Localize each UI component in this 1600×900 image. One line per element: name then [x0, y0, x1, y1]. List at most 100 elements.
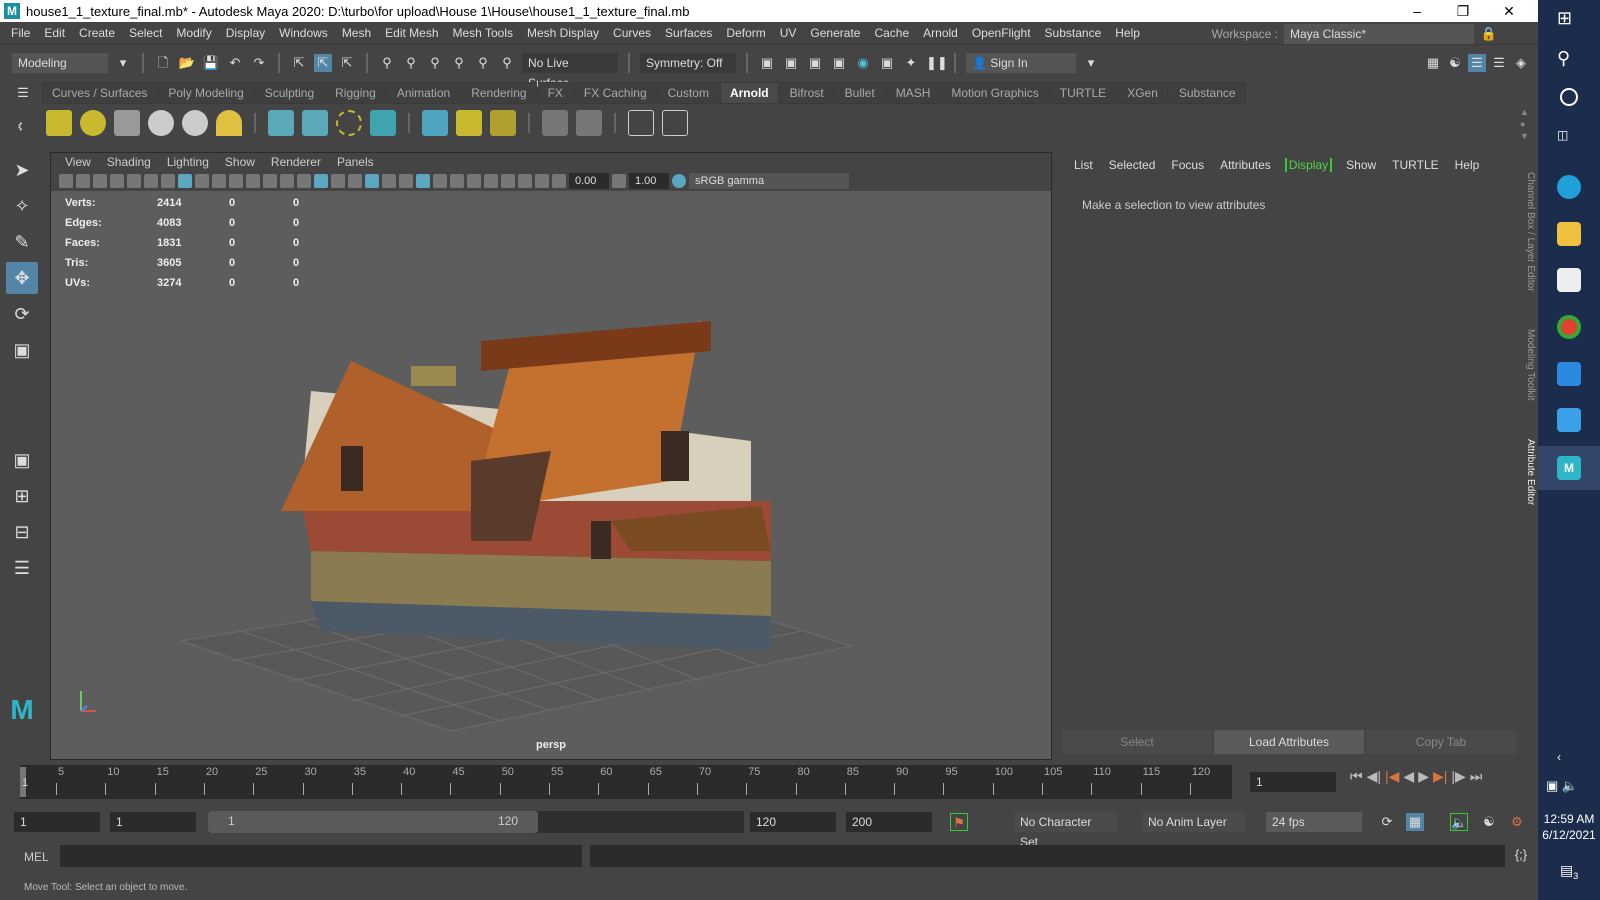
- symmetry-dropdown[interactable]: Symmetry: Off: [640, 52, 736, 73]
- shelf-tab-arnold[interactable]: Arnold: [719, 82, 779, 104]
- menu-cache[interactable]: Cache: [867, 26, 916, 40]
- film-gate-icon[interactable]: [195, 174, 209, 188]
- playback-end-field[interactable]: 120: [750, 812, 836, 832]
- loop-icon[interactable]: ⟳: [1378, 813, 1396, 831]
- volume-icon[interactable]: [370, 110, 396, 136]
- menu-arnold[interactable]: Arnold: [916, 26, 965, 40]
- area-light-icon[interactable]: [46, 110, 72, 136]
- close-button[interactable]: ✕: [1486, 0, 1532, 22]
- move-tool-icon[interactable]: ✥: [6, 262, 38, 294]
- shelf-tab-fx-caching[interactable]: FX Caching: [573, 82, 657, 104]
- playback-settings-icon[interactable]: ☯: [1480, 813, 1498, 831]
- menu-edit[interactable]: Edit: [37, 26, 72, 40]
- undo-icon[interactable]: ↶: [226, 54, 244, 72]
- new-scene-icon[interactable]: 🗋: [154, 54, 172, 72]
- menu-uv[interactable]: UV: [773, 26, 804, 40]
- ae-menu-help[interactable]: Help: [1447, 158, 1488, 172]
- render-view-icon[interactable]: ▣: [758, 54, 776, 72]
- xray-icon[interactable]: [501, 174, 515, 188]
- use-all-lights-icon[interactable]: [382, 174, 396, 188]
- edge-browser-icon[interactable]: [1557, 175, 1581, 199]
- step-forward-key-icon[interactable]: |▶: [1451, 768, 1465, 785]
- ae-menu-list[interactable]: List: [1066, 158, 1101, 172]
- play-backwards-icon[interactable]: ◀: [1403, 768, 1414, 785]
- fps-dropdown[interactable]: 24 fps: [1266, 812, 1362, 832]
- chrome-icon[interactable]: [1557, 315, 1581, 339]
- maya-taskbar-item[interactable]: M: [1538, 446, 1600, 490]
- scale-tool-icon[interactable]: ▣: [6, 334, 38, 366]
- ae-menu-display[interactable]: Display: [1284, 158, 1333, 172]
- menu-mesh-display[interactable]: Mesh Display: [520, 26, 606, 40]
- anim-layer-dropdown[interactable]: No Anim Layer: [1142, 812, 1246, 832]
- go-to-end-icon[interactable]: ⏭: [1470, 768, 1483, 785]
- microsoft-store-icon[interactable]: [1557, 268, 1581, 292]
- four-view-layout-icon[interactable]: ⊞: [6, 480, 38, 512]
- xray-active-icon[interactable]: [535, 174, 549, 188]
- menu-surfaces[interactable]: Surfaces: [658, 26, 719, 40]
- xray-joints-icon[interactable]: [518, 174, 532, 188]
- export-standin-icon[interactable]: [302, 110, 328, 136]
- shelf-tab-substance[interactable]: Substance: [1168, 82, 1246, 104]
- tab-attribute-editor[interactable]: Attribute Editor: [1522, 430, 1536, 515]
- lasso-tool-icon[interactable]: ✧: [6, 190, 38, 222]
- viewport-menu-show[interactable]: Show: [217, 155, 263, 169]
- menu-substance[interactable]: Substance: [1038, 26, 1109, 40]
- mesh-light-icon[interactable]: [80, 110, 106, 136]
- tab-modeling-toolkit[interactable]: Modeling Toolkit: [1522, 320, 1536, 410]
- shelf-tab-animation[interactable]: Animation: [386, 82, 461, 104]
- select-hierarchy-icon[interactable]: ⇱: [290, 54, 308, 72]
- rotate-tool-icon[interactable]: ⟳: [6, 298, 38, 330]
- menu-deform[interactable]: Deform: [719, 26, 772, 40]
- shelf-tab-mash[interactable]: MASH: [885, 82, 941, 104]
- mail-icon[interactable]: [1557, 362, 1581, 386]
- viewport-menu-view[interactable]: View: [57, 155, 99, 169]
- save-scene-icon[interactable]: 💾: [202, 54, 220, 72]
- visibility-eye-icon[interactable]: [628, 110, 654, 136]
- viewport-menu-panels[interactable]: Panels: [329, 155, 382, 169]
- menu-help[interactable]: Help: [1108, 26, 1147, 40]
- shelf-scroll[interactable]: ▲ ● ▼: [1520, 106, 1529, 142]
- sound-icon[interactable]: 🔈: [1450, 813, 1468, 831]
- grease-pencil-icon[interactable]: [161, 174, 175, 188]
- wireframe-icon[interactable]: [297, 174, 311, 188]
- hypershade-icon[interactable]: ◉: [854, 54, 872, 72]
- color-management-toggle-icon[interactable]: [672, 174, 686, 188]
- single-perspective-layout-icon[interactable]: ▣: [6, 444, 38, 476]
- sign-in-button[interactable]: 👤 Sign In: [966, 52, 1076, 73]
- network-volume-icons[interactable]: ▣ 🔈: [1546, 778, 1578, 794]
- step-forward-frame-icon[interactable]: ▶|: [1433, 768, 1447, 785]
- 2d-pan-zoom-icon[interactable]: [144, 174, 158, 188]
- shadow-catcher-icon[interactable]: [542, 110, 568, 136]
- standin-icon[interactable]: [268, 110, 294, 136]
- shelf-tab-motion-graphics[interactable]: Motion Graphics: [941, 82, 1049, 104]
- show-hidden-icons-icon[interactable]: ‹: [1557, 750, 1581, 774]
- clock-date[interactable]: 6/12/2021: [1538, 828, 1600, 842]
- light-editor-icon[interactable]: ✦: [902, 54, 920, 72]
- select-button[interactable]: Select: [1062, 730, 1212, 754]
- paint-select-tool-icon[interactable]: ✎: [6, 226, 38, 258]
- search-icon[interactable]: ⚲: [1557, 48, 1581, 72]
- ae-menu-focus[interactable]: Focus: [1163, 158, 1212, 172]
- menu-generate[interactable]: Generate: [803, 26, 867, 40]
- photos-icon[interactable]: [1557, 408, 1581, 432]
- live-surface-field[interactable]: No Live Surface: [522, 52, 618, 90]
- screen-space-ao-icon[interactable]: [416, 174, 430, 188]
- attribute-editor-toggle-icon[interactable]: ☰: [1468, 53, 1486, 72]
- menu-create[interactable]: Create: [72, 26, 122, 40]
- workspace-dropdown[interactable]: Maya Classic*: [1284, 24, 1474, 44]
- ipr-render-icon[interactable]: ▣: [806, 54, 824, 72]
- physical-sky-icon[interactable]: [216, 110, 242, 136]
- render-frame-icon[interactable]: ▣: [782, 54, 800, 72]
- menu-modify[interactable]: Modify: [169, 26, 218, 40]
- shelf-tab-xgen[interactable]: XGen: [1117, 82, 1168, 104]
- menu-set-dropdown[interactable]: Modeling: [12, 52, 108, 73]
- render-settings-icon[interactable]: ▣: [830, 54, 848, 72]
- play-forwards-icon[interactable]: ▶: [1418, 768, 1429, 785]
- render-view-icon[interactable]: [422, 110, 448, 136]
- view-transform-dropdown[interactable]: sRGB gamma: [689, 173, 849, 189]
- shelf-tab-bifrost[interactable]: Bifrost: [779, 82, 834, 104]
- exposure-field[interactable]: 0.00: [569, 173, 609, 189]
- gamma-field[interactable]: 1.00: [629, 173, 669, 189]
- select-component-icon[interactable]: ⇱: [338, 54, 356, 72]
- shelf-tab-poly-modeling[interactable]: Poly Modeling: [158, 82, 254, 104]
